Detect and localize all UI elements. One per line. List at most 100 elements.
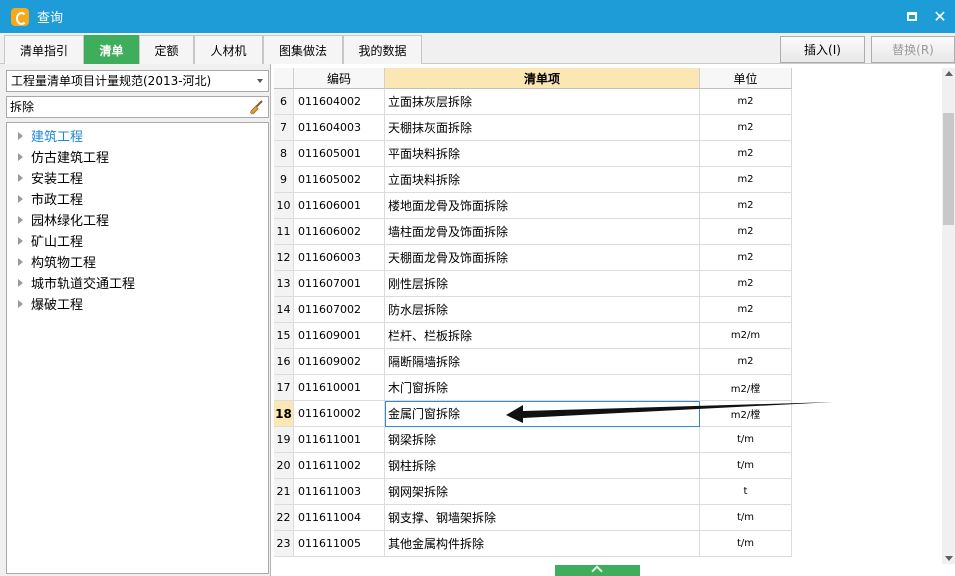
bill-item-cell[interactable]: 栏杆、栏板拆除 xyxy=(385,323,700,349)
table-row[interactable]: 11 011606002 墙柱面龙骨及饰面拆除 m2 xyxy=(274,219,792,245)
expand-arrow-icon[interactable] xyxy=(18,215,23,224)
row-number-cell[interactable]: 10 xyxy=(274,193,294,219)
code-cell[interactable]: 011604002 xyxy=(294,89,385,115)
unit-cell[interactable]: m2 xyxy=(700,349,792,375)
bill-item-cell[interactable]: 金属门窗拆除 xyxy=(385,401,700,427)
bill-item-cell[interactable]: 楼地面龙骨及饰面拆除 xyxy=(385,193,700,219)
bill-item-cell[interactable]: 天棚抹灰面拆除 xyxy=(385,115,700,141)
table-row[interactable]: 7 011604003 天棚抹灰面拆除 m2 xyxy=(274,115,792,141)
table-row[interactable]: 22 011611004 钢支撑、钢墙架拆除 t/m xyxy=(274,505,792,531)
tree-item[interactable]: 市政工程 xyxy=(7,188,268,209)
row-number-cell[interactable]: 6 xyxy=(274,89,294,115)
bill-item-cell[interactable]: 墙柱面龙骨及饰面拆除 xyxy=(385,219,700,245)
tree-item[interactable]: 爆破工程 xyxy=(7,293,268,314)
expand-arrow-icon[interactable] xyxy=(18,173,23,182)
row-number-cell[interactable]: 16 xyxy=(274,349,294,375)
unit-cell[interactable]: m2/樘 xyxy=(700,401,792,427)
tab-atlas-practice[interactable]: 图集做法 xyxy=(263,35,343,64)
bill-item-cell[interactable]: 木门窗拆除 xyxy=(385,375,700,401)
table-row[interactable]: 18 011610002 金属门窗拆除 m2/樘 xyxy=(274,401,792,427)
code-cell[interactable]: 011609002 xyxy=(294,349,385,375)
unit-cell[interactable]: t xyxy=(700,479,792,505)
row-number-cell[interactable]: 12 xyxy=(274,245,294,271)
table-row[interactable]: 8 011605001 平面块料拆除 m2 xyxy=(274,141,792,167)
table-row[interactable]: 21 011611003 钢网架拆除 t xyxy=(274,479,792,505)
unit-cell[interactable]: m2 xyxy=(700,89,792,115)
bill-item-cell[interactable]: 钢网架拆除 xyxy=(385,479,700,505)
expand-arrow-icon[interactable] xyxy=(18,152,23,161)
row-number-cell[interactable]: 21 xyxy=(274,479,294,505)
tree-item[interactable]: 仿古建筑工程 xyxy=(7,146,268,167)
column-header-unit[interactable]: 单位 xyxy=(700,68,792,89)
table-row[interactable]: 13 011607001 刚性层拆除 m2 xyxy=(274,271,792,297)
minimize-button[interactable] xyxy=(898,0,926,33)
vertical-scrollbar[interactable] xyxy=(942,68,955,564)
tree-item[interactable]: 城市轨道交通工程 xyxy=(7,272,268,293)
row-number-cell[interactable]: 11 xyxy=(274,219,294,245)
row-number-cell[interactable]: 13 xyxy=(274,271,294,297)
code-cell[interactable]: 011611001 xyxy=(294,427,385,453)
unit-cell[interactable]: m2 xyxy=(700,271,792,297)
bill-item-cell[interactable]: 隔断隔墙拆除 xyxy=(385,349,700,375)
spec-dropdown[interactable]: 工程量清单项目计量规范(2013-河北) xyxy=(6,70,269,92)
tree-item[interactable]: 园林绿化工程 xyxy=(7,209,268,230)
unit-cell[interactable]: m2 xyxy=(700,193,792,219)
table-row[interactable]: 16 011609002 隔断隔墙拆除 m2 xyxy=(274,349,792,375)
unit-cell[interactable]: m2 xyxy=(700,245,792,271)
tab-my-data[interactable]: 我的数据 xyxy=(343,35,422,64)
unit-cell[interactable]: m2/樘 xyxy=(700,375,792,401)
code-cell[interactable]: 011611002 xyxy=(294,453,385,479)
column-header-code[interactable]: 编码 xyxy=(294,68,385,89)
bill-item-cell[interactable]: 钢柱拆除 xyxy=(385,453,700,479)
column-header-bill-item[interactable]: 清单项 xyxy=(385,68,700,89)
bill-item-cell[interactable]: 立面抹灰层拆除 xyxy=(385,89,700,115)
tree-item[interactable]: 构筑物工程 xyxy=(7,251,268,272)
replace-button[interactable]: 替换(R) xyxy=(871,36,955,63)
tab-labor-material-machine[interactable]: 人材机 xyxy=(194,35,263,64)
tree-item[interactable]: 建筑工程 xyxy=(7,125,268,146)
code-cell[interactable]: 011604003 xyxy=(294,115,385,141)
table-row[interactable]: 19 011611001 钢梁拆除 t/m xyxy=(274,427,792,453)
code-cell[interactable]: 011611005 xyxy=(294,531,385,557)
tab-bill[interactable]: 清单 xyxy=(84,35,139,64)
row-number-cell[interactable]: 19 xyxy=(274,427,294,453)
row-number-cell[interactable]: 9 xyxy=(274,167,294,193)
panel-collapse-handle[interactable] xyxy=(555,565,640,576)
code-cell[interactable]: 011607001 xyxy=(294,271,385,297)
bill-item-cell[interactable]: 钢支撑、钢墙架拆除 xyxy=(385,505,700,531)
tab-bill-guide[interactable]: 清单指引 xyxy=(4,35,84,64)
code-cell[interactable]: 011607002 xyxy=(294,297,385,323)
code-cell[interactable]: 011609001 xyxy=(294,323,385,349)
table-row[interactable]: 17 011610001 木门窗拆除 m2/樘 xyxy=(274,375,792,401)
unit-cell[interactable]: m2/m xyxy=(700,323,792,349)
expand-arrow-icon[interactable] xyxy=(18,236,23,245)
bill-item-cell[interactable]: 刚性层拆除 xyxy=(385,271,700,297)
bill-item-cell[interactable]: 天棚面龙骨及饰面拆除 xyxy=(385,245,700,271)
unit-cell[interactable]: t/m xyxy=(700,531,792,557)
unit-cell[interactable]: m2 xyxy=(700,115,792,141)
code-cell[interactable]: 011606002 xyxy=(294,219,385,245)
unit-cell[interactable]: m2 xyxy=(700,141,792,167)
code-cell[interactable]: 011611004 xyxy=(294,505,385,531)
row-number-cell[interactable]: 23 xyxy=(274,531,294,557)
scroll-down-icon[interactable] xyxy=(945,556,953,561)
table-row[interactable]: 6 011604002 立面抹灰层拆除 m2 xyxy=(274,89,792,115)
unit-cell[interactable]: m2 xyxy=(700,297,792,323)
table-row[interactable]: 14 011607002 防水层拆除 m2 xyxy=(274,297,792,323)
unit-cell[interactable]: t/m xyxy=(700,453,792,479)
code-cell[interactable]: 011606003 xyxy=(294,245,385,271)
search-input[interactable]: 拆除 xyxy=(6,96,269,118)
row-number-cell[interactable]: 18 xyxy=(274,401,294,427)
code-cell[interactable]: 011605001 xyxy=(294,141,385,167)
tree-item[interactable]: 矿山工程 xyxy=(7,230,268,251)
expand-arrow-icon[interactable] xyxy=(18,131,23,140)
scroll-thumb[interactable] xyxy=(943,113,954,225)
expand-arrow-icon[interactable] xyxy=(18,257,23,266)
tab-quota[interactable]: 定额 xyxy=(139,35,194,64)
row-number-cell[interactable]: 22 xyxy=(274,505,294,531)
bill-item-cell[interactable]: 平面块料拆除 xyxy=(385,141,700,167)
expand-arrow-icon[interactable] xyxy=(18,278,23,287)
unit-cell[interactable]: m2 xyxy=(700,167,792,193)
table-row[interactable]: 9 011605002 立面块料拆除 m2 xyxy=(274,167,792,193)
bill-item-cell[interactable]: 其他金属构件拆除 xyxy=(385,531,700,557)
